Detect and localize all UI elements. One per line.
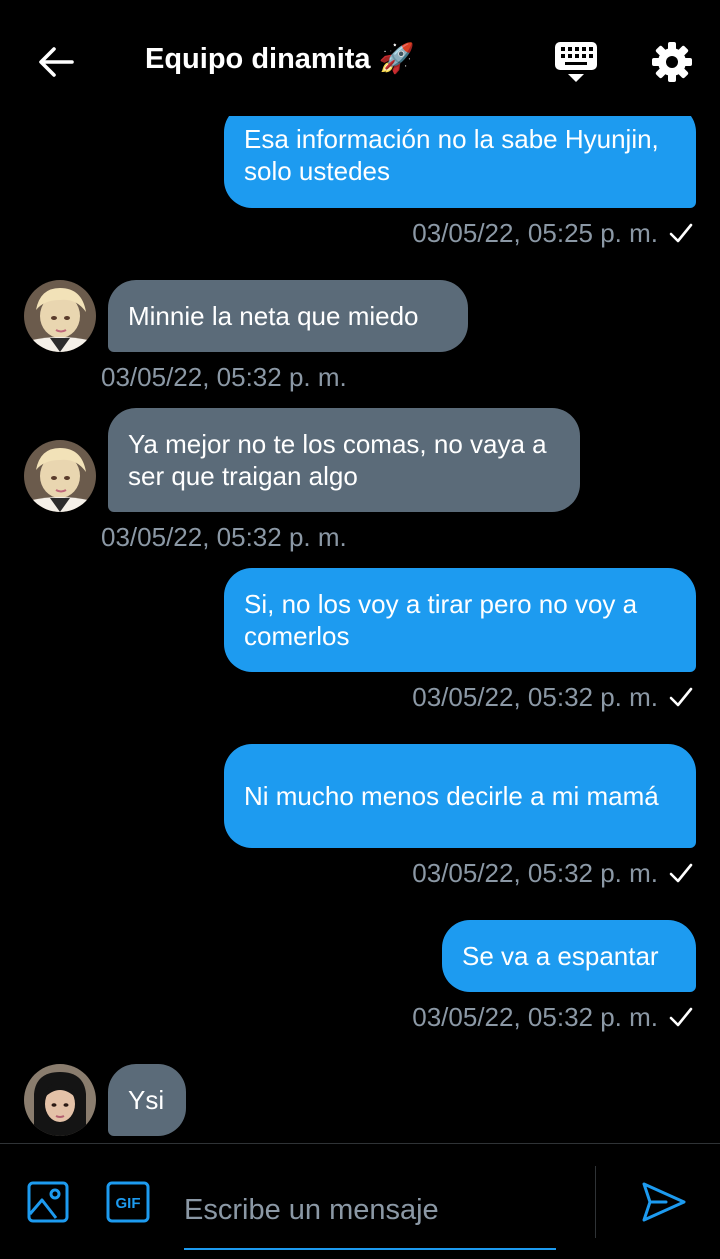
sent-check-icon (669, 687, 693, 707)
arrow-left-icon (39, 47, 74, 77)
message-text: Si, no los voy a tirar pero no voy a com… (244, 589, 638, 651)
send-icon (642, 1182, 686, 1222)
message-bubble-outgoing[interactable]: Se va a espantar (442, 920, 696, 992)
add-photo-button[interactable] (26, 1180, 70, 1224)
message-bubble-incoming[interactable]: Minnie la neta que miedo (108, 280, 468, 352)
add-gif-button[interactable]: GIF (105, 1180, 151, 1224)
back-button[interactable] (30, 38, 82, 86)
sent-check-icon (669, 223, 693, 243)
conversation-title[interactable]: Equipo dinamita 🚀 (145, 42, 415, 76)
message-bubble-outgoing[interactable]: Esa información no la sabe Hyunjin, solo… (224, 104, 696, 208)
avatar[interactable] (24, 1064, 96, 1136)
message-timestamp: 03/05/22, 05:32 p. m. (101, 522, 347, 552)
dm-conversation-screen: Esa información no la sabe Hyunjin, solo… (0, 0, 720, 1259)
gif-icon: GIF (106, 1181, 150, 1223)
message-text: Ysi (128, 1085, 165, 1115)
sent-check-icon (669, 863, 693, 883)
message-text: Se va a espantar (462, 941, 659, 971)
message-bubble-outgoing[interactable]: Ni mucho menos decirle a mi mamá (224, 744, 696, 848)
avatar[interactable] (24, 440, 96, 512)
message-input[interactable] (184, 1172, 556, 1250)
message-bubble-incoming[interactable]: Ya mejor no te los comas, no vaya a ser … (108, 408, 580, 512)
message-composer: GIF (0, 1143, 720, 1259)
settings-button[interactable] (648, 38, 696, 86)
message-timestamp: 03/05/22, 05:25 p. m. (412, 218, 658, 248)
avatar[interactable] (24, 280, 96, 352)
sent-check-icon (669, 1007, 693, 1027)
message-text: Esa información no la sabe Hyunjin, solo… (244, 124, 659, 186)
conversation-header: Equipo dinamita 🚀 (0, 0, 720, 116)
message-timestamp: 03/05/22, 05:32 p. m. (412, 858, 658, 888)
gear-icon (652, 42, 692, 82)
image-icon (27, 1181, 69, 1223)
gif-label: GIF (116, 1195, 141, 1212)
message-timestamp: 03/05/22, 05:32 p. m. (412, 682, 658, 712)
message-text: Ni mucho menos decirle a mi mamá (244, 781, 659, 811)
message-text: Minnie la neta que miedo (128, 301, 419, 331)
send-button[interactable] (640, 1180, 688, 1224)
message-text: Ya mejor no te los comas, no vaya a ser … (128, 429, 547, 491)
message-timestamp: 03/05/22, 05:32 p. m. (101, 362, 347, 392)
message-bubble-incoming[interactable]: Ysi (108, 1064, 186, 1136)
keyboard-icon (555, 42, 597, 82)
composer-divider (595, 1166, 596, 1238)
message-bubble-outgoing[interactable]: Si, no los voy a tirar pero no voy a com… (224, 568, 696, 672)
message-timestamp: 03/05/22, 05:32 p. m. (412, 1002, 658, 1032)
keyboard-toggle-button[interactable] (552, 38, 600, 86)
message-list[interactable]: Esa información no la sabe Hyunjin, solo… (0, 0, 720, 1143)
